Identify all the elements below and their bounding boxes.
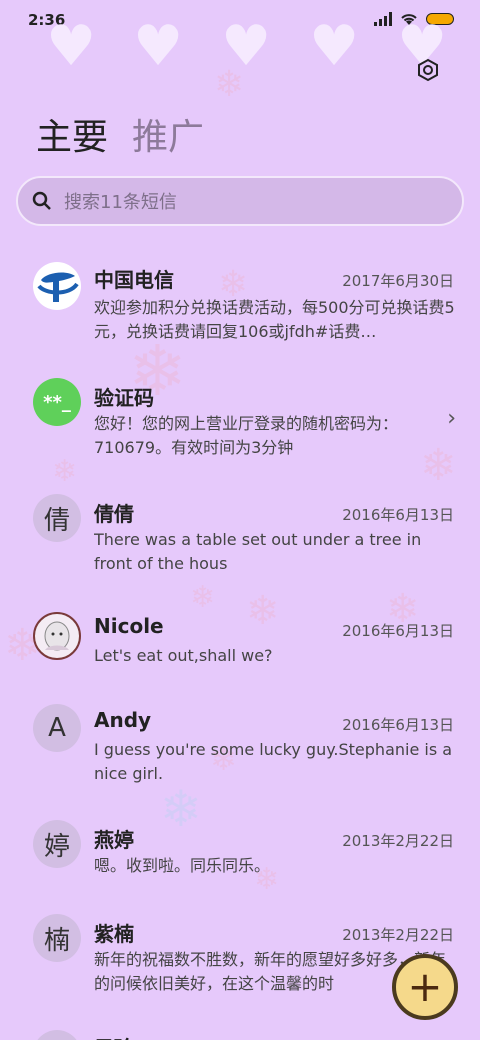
message-preview: There was a table set out under a tree i… <box>94 530 422 573</box>
avatar <box>33 1030 81 1040</box>
avatar <box>33 612 81 660</box>
cartoon-avatar-icon <box>44 621 70 651</box>
message-date: 2017年6月30日 <box>342 272 454 290</box>
message-date: 2013年2月22日 <box>342 832 454 850</box>
china-telecom-logo-icon <box>36 265 79 307</box>
settings-hexagon-icon <box>418 58 438 82</box>
list-item[interactable]: 倩 倩倩 2016年6月13日 There was a table set ou… <box>0 484 480 594</box>
search-icon <box>32 191 51 210</box>
tab-primary[interactable]: 主要 <box>36 108 108 160</box>
message-preview: Let's eat out,shall we? <box>94 646 273 665</box>
tab-promotions[interactable]: 推广 <box>132 108 204 160</box>
contact-name: 紫楠 <box>94 922 134 946</box>
chevron-right-icon[interactable]: › <box>447 406 456 431</box>
contact-name: 中国电信 <box>94 268 174 292</box>
list-item[interactable]: **_ 验证码 您好！您的网上营业厅登录的随机密码为：710679。有效时间为3… <box>0 366 480 476</box>
list-item[interactable]: 中国电信 2017年6月30日 欢迎参加积分兑换话费活动，每500分可兑换话费5… <box>0 248 480 358</box>
message-preview: I guess you're some lucky guy.Stephanie … <box>94 740 453 783</box>
avatar: A <box>33 704 81 752</box>
contact-name: Andy <box>94 708 152 732</box>
contact-name: 燕婷 <box>94 828 134 852</box>
message-date: 2013年2月22日 <box>342 926 454 944</box>
message-date: 2016年6月13日 <box>342 622 454 640</box>
message-date: 2016年6月13日 <box>342 716 454 734</box>
message-date: 2016年6月13日 <box>342 506 454 524</box>
heart-icon: ♥ <box>309 14 360 79</box>
heart-icon: ♥ <box>133 14 184 79</box>
heart-icon: ♥ <box>46 14 97 79</box>
message-preview: 您好！您的网上营业厅登录的随机密码为：710679。有效时间为3分钟 <box>94 414 399 457</box>
avatar: 楠 <box>33 914 81 962</box>
contact-name: 验证码 <box>94 386 154 410</box>
search-bar[interactable]: 搜索11条短信 <box>16 176 464 226</box>
avatar <box>33 262 81 310</box>
list-item[interactable]: A Andy 2016年6月13日 I guess you're some lu… <box>0 694 480 804</box>
tabs: 主要 推广 <box>36 108 204 160</box>
list-item[interactable]: 婷 燕婷 2013年2月22日 嗯。收到啦。同乐同乐。 <box>0 812 480 902</box>
search-input[interactable]: 搜索11条短信 <box>64 188 177 214</box>
list-item[interactable]: Nicole 2016年6月13日 Let's eat out,shall we… <box>0 600 480 690</box>
settings-button[interactable] <box>414 56 442 84</box>
contact-name: 倩倩 <box>94 502 134 526</box>
avatar: **_ <box>33 378 81 426</box>
avatar: 婷 <box>33 820 81 868</box>
snowflake-icon: ❄ <box>214 64 245 105</box>
compose-button[interactable]: + <box>392 954 458 1020</box>
plus-icon: + <box>407 962 443 1011</box>
message-preview: 嗯。收到啦。同乐同乐。 <box>94 856 271 875</box>
contact-name: 子玲 <box>94 1032 134 1040</box>
contact-name: Nicole <box>94 614 164 638</box>
message-preview: 欢迎参加积分兑换话费活动，每500分可兑换话费5元，兑换话费请回复106或jfd… <box>94 298 455 341</box>
avatar: 倩 <box>33 494 81 542</box>
list-item[interactable]: 子玲 <box>0 1024 480 1040</box>
